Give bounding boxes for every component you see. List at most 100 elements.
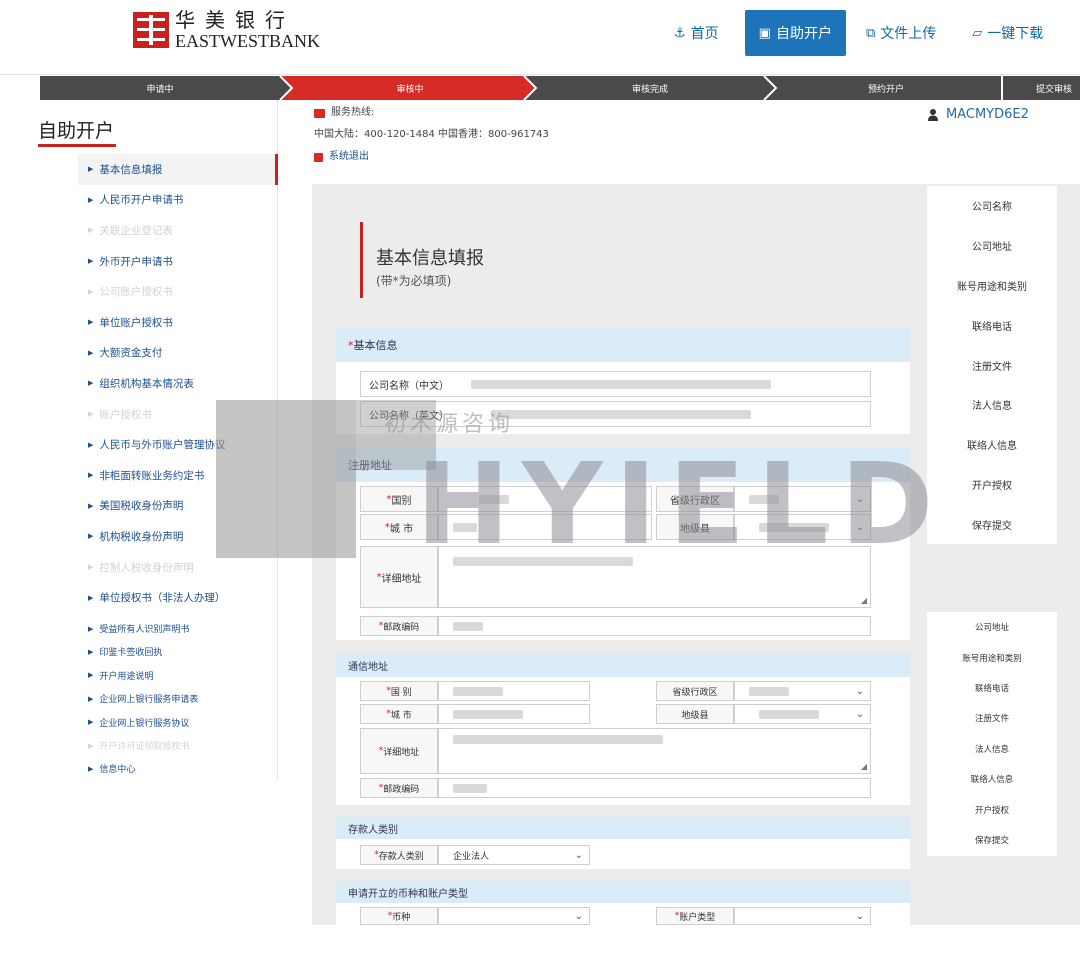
caret-right-icon: ▶ — [88, 694, 94, 703]
section-nav-item[interactable]: 法人信息 — [927, 734, 1057, 764]
caret-right-icon: ▶ — [88, 671, 94, 680]
id-card-icon: ▣ — [758, 25, 771, 41]
bank-logo[interactable]: 华美银行 EASTWESTBANK — [133, 10, 320, 50]
reg-detail-label: * 详细地址 — [360, 546, 438, 608]
caret-right-icon: ▶ — [88, 764, 94, 773]
company-name-en-field[interactable]: 公司名称（英文） — [360, 401, 871, 427]
section-nav-item[interactable]: 公司地址 — [927, 226, 1057, 266]
progress-steps: 申请中 审核中 审核完成 预约开户 提交审核 — [40, 76, 1080, 100]
mail-country-select[interactable] — [438, 681, 590, 701]
mail-province-select[interactable]: ⌄ — [734, 681, 871, 701]
reg-city-select[interactable] — [438, 514, 652, 540]
anchor-icon: ⚓ — [674, 25, 686, 41]
resize-handle-icon[interactable]: ◢ — [861, 762, 867, 771]
sidebar-item[interactable]: ▶ 单位账户授权书 — [78, 307, 278, 338]
caret-right-icon: ▶ — [88, 647, 94, 656]
resize-handle-icon[interactable]: ◢ — [861, 596, 867, 605]
company-name-cn-field[interactable]: 公司名称（中文） — [360, 371, 871, 397]
section-nav-item[interactable]: 联络电话 — [927, 305, 1057, 345]
caret-right-icon: ▶ — [88, 501, 94, 510]
sidebar-item-label: 开户用途说明 — [99, 671, 154, 682]
sidebar-item-label: 信息中心 — [99, 765, 136, 776]
sidebar-item: ▶ 控制人税收身份声明 — [78, 552, 278, 583]
sidebar-item[interactable]: ▶ 外币开户申请书 — [78, 246, 278, 277]
nav-download[interactable]: ▱ 一键下载 — [958, 10, 1043, 56]
sidebar-item-label: 人民币与外币账户管理协议 — [99, 439, 226, 452]
sidebar-title: 自助开户 — [38, 120, 115, 142]
mail-postcode-input[interactable] — [438, 778, 871, 798]
section-nav-item[interactable]: 联络人信息 — [927, 764, 1057, 794]
sidebar-item[interactable]: ▶ 大额资金支付 — [78, 338, 278, 369]
caret-right-icon: ▶ — [88, 563, 94, 572]
reg-province-select[interactable]: ⌄ — [734, 486, 871, 512]
section-nav-item[interactable]: 注册文件 — [927, 703, 1057, 733]
chevron-down-icon: ⌄ — [855, 521, 864, 533]
caret-right-icon: ▶ — [88, 257, 94, 266]
reg-detail-textarea[interactable]: ◢ — [438, 546, 871, 608]
nav-home-label: 首页 — [690, 26, 719, 42]
account-type-select[interactable]: ⌄ — [734, 907, 871, 925]
sidebar-item[interactable]: ▶ 受益所有人识别声明书 — [78, 617, 278, 640]
sidebar-item[interactable]: ▶ 开户用途说明 — [78, 664, 278, 687]
sidebar-item-label: 单位账户授权书 — [99, 316, 173, 329]
reg-postcode-input[interactable] — [438, 616, 871, 636]
nav-home[interactable]: ⚓ 首页 — [660, 10, 733, 56]
logout-link[interactable]: 系统退出 — [329, 152, 369, 162]
sidebar-item[interactable]: ▶ 美国税收身份声明 — [78, 491, 278, 522]
currency-select[interactable]: ⌄ — [438, 907, 590, 925]
redacted-value — [453, 710, 523, 719]
sidebar-item[interactable]: ▶ 人民币与外币账户管理协议 — [78, 429, 278, 460]
redacted-value — [759, 523, 829, 532]
section-nav-item[interactable]: 保存提交 — [927, 825, 1057, 855]
sidebar-item[interactable]: ▶ 企业网上银行服务申请表 — [78, 687, 278, 710]
sidebar-item[interactable]: ▶ 组织机构基本情况表 — [78, 368, 278, 399]
sidebar-item[interactable]: ▶ 单位授权书（非法人办理） — [78, 582, 278, 613]
reg-country-select[interactable] — [438, 486, 652, 512]
nav-self-service[interactable]: ▣ 自助开户 — [744, 10, 846, 56]
sidebar-item[interactable]: ▶ 机构税收身份声明 — [78, 521, 278, 552]
sidebar-item[interactable]: ▶ 非柜面转账业务约定书 — [78, 460, 278, 491]
section-nav-item[interactable]: 公司名称 — [927, 186, 1057, 226]
user-account[interactable]: MACMYD6E2 — [928, 107, 1029, 122]
sidebar-item[interactable]: ▶ 人民币开户申请书 — [78, 185, 278, 216]
mail-county-select[interactable]: ⌄ — [734, 704, 871, 724]
sidebar-item[interactable]: ▶ 印鉴卡签收回执 — [78, 640, 278, 663]
depositor-type-label: * 存款人类别 — [360, 845, 438, 865]
caret-right-icon: ▶ — [88, 318, 94, 327]
reg-county-select[interactable]: ⌄ — [734, 514, 871, 540]
sidebar-item-label: 组织机构基本情况表 — [99, 377, 194, 390]
section-nav-item[interactable]: 账号用途和类别 — [927, 642, 1057, 672]
section-nav-item[interactable]: 注册文件 — [927, 345, 1057, 385]
depositor-type-select[interactable]: 企业法人 ⌄ — [438, 845, 590, 865]
folder-open-icon: ▱ — [972, 25, 983, 41]
caret-right-icon: ▶ — [88, 624, 94, 633]
account-type-label: * 账户类型 — [656, 907, 734, 925]
mail-city-select[interactable] — [438, 704, 590, 724]
sidebar-item[interactable]: ▶ 信息中心 — [78, 757, 278, 780]
section-nav-item[interactable]: 账号用途和类别 — [927, 266, 1057, 306]
sidebar-item-label: 账户授权书 — [99, 408, 152, 421]
section-nav-item[interactable]: 开户授权 — [927, 465, 1057, 505]
hotline-label: 服务热线: — [331, 107, 375, 118]
section-nav-item[interactable]: 联络电话 — [927, 673, 1057, 703]
section-nav-item[interactable]: 开户授权 — [927, 794, 1057, 824]
section-nav-item[interactable]: 保存提交 — [927, 504, 1057, 544]
redacted-value — [453, 687, 503, 696]
caret-right-icon: ▶ — [88, 410, 94, 419]
mail-country-label: * 国 别 — [360, 681, 438, 701]
sidebar-item-label: 人民币开户申请书 — [99, 194, 184, 207]
section-nav-item[interactable]: 公司地址 — [927, 612, 1057, 642]
logout-icon — [314, 152, 323, 162]
nav-file-upload[interactable]: ⧉ 文件上传 — [852, 10, 950, 56]
mail-detail-textarea[interactable]: ◢ — [438, 728, 871, 774]
sidebar-item[interactable]: ▶ 企业网上银行服务协议 — [78, 710, 278, 733]
user-account-id: MACMYD6E2 — [946, 107, 1029, 122]
redacted-value — [453, 622, 483, 631]
sidebar-item[interactable]: ▶ 基本信息填报 — [78, 154, 278, 185]
reg-province-label: 省级行政区 — [656, 486, 734, 512]
section-nav-item[interactable]: 法人信息 — [927, 385, 1057, 425]
user-icon — [928, 108, 938, 121]
mail-province-label: 省级行政区 — [656, 681, 734, 701]
section-nav-item[interactable]: 联络人信息 — [927, 425, 1057, 465]
sidebar-item-label: 大额资金支付 — [99, 347, 163, 360]
